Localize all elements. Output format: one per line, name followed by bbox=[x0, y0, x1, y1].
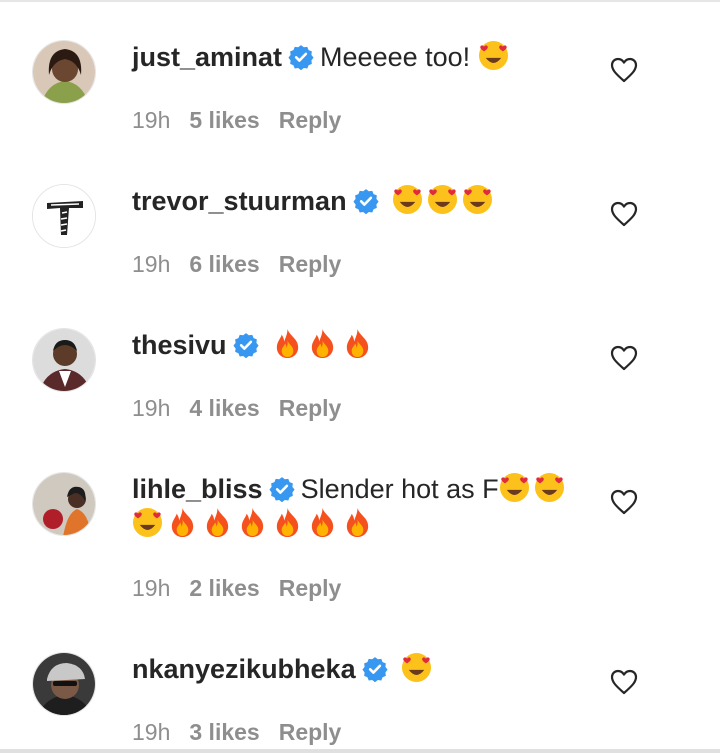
avatar[interactable] bbox=[32, 652, 96, 716]
heart-icon[interactable] bbox=[610, 57, 638, 83]
comment-text: thesivu bbox=[132, 328, 577, 363]
username[interactable]: trevor_stuurman bbox=[132, 186, 347, 216]
comment-text: just_aminat Meeeee too! bbox=[132, 40, 577, 75]
reply-button[interactable]: Reply bbox=[279, 251, 342, 277]
fire-icon bbox=[311, 328, 334, 359]
heart-icon[interactable] bbox=[610, 669, 638, 695]
reply-button[interactable]: Reply bbox=[279, 395, 342, 421]
verified-badge-icon bbox=[288, 45, 314, 70]
smiling-face-with-heart-eyes-icon bbox=[499, 472, 529, 503]
smiling-face-with-heart-eyes-icon bbox=[463, 184, 493, 215]
avatar[interactable] bbox=[32, 184, 96, 248]
heart-icon[interactable] bbox=[610, 345, 638, 371]
comment-meta: 19h 5 likes Reply bbox=[132, 107, 360, 134]
likes-count[interactable]: 2 likes bbox=[189, 575, 259, 601]
verified-badge-icon bbox=[232, 333, 259, 358]
comment-text: trevor_stuurman bbox=[132, 184, 577, 219]
fire-icon bbox=[311, 507, 334, 538]
comment-text: nkanyezikubheka bbox=[132, 652, 577, 687]
timestamp: 19h bbox=[132, 251, 171, 277]
verified-badge-icon bbox=[362, 657, 388, 682]
username[interactable]: thesivu bbox=[132, 330, 227, 360]
comment-body: Meeeee too! bbox=[320, 42, 471, 72]
username[interactable]: lihle_bliss bbox=[132, 474, 263, 504]
avatar[interactable] bbox=[32, 328, 96, 392]
heart-icon[interactable] bbox=[610, 489, 638, 515]
fire-icon bbox=[206, 507, 229, 538]
reply-button[interactable]: Reply bbox=[279, 107, 342, 133]
comment-meta: 19h 3 likes Reply bbox=[132, 719, 360, 746]
username[interactable]: just_aminat bbox=[132, 42, 282, 72]
fire-icon bbox=[276, 328, 299, 359]
avatar[interactable] bbox=[32, 40, 96, 104]
likes-count[interactable]: 3 likes bbox=[189, 719, 259, 745]
comment-meta: 19h 6 likes Reply bbox=[132, 251, 360, 278]
comment-meta: 19h 2 likes Reply bbox=[132, 575, 360, 602]
reply-button[interactable]: Reply bbox=[279, 575, 342, 601]
likes-count[interactable]: 4 likes bbox=[189, 395, 259, 421]
bottom-divider bbox=[0, 749, 720, 753]
verified-badge-icon bbox=[268, 477, 295, 502]
timestamp: 19h bbox=[132, 395, 171, 421]
smiling-face-with-heart-eyes-icon bbox=[428, 184, 458, 215]
heart-icon[interactable] bbox=[610, 201, 638, 227]
smiling-face-with-heart-eyes-icon bbox=[132, 507, 163, 538]
smiling-face-with-heart-eyes-icon bbox=[534, 472, 564, 503]
likes-count[interactable]: 5 likes bbox=[189, 107, 259, 133]
fire-icon bbox=[346, 328, 369, 359]
top-divider bbox=[0, 0, 720, 2]
fire-icon bbox=[171, 507, 194, 538]
comment-text: lihle_bliss Slender hot as F bbox=[132, 472, 577, 542]
timestamp: 19h bbox=[132, 575, 171, 601]
comment-body: Slender hot as F bbox=[300, 474, 499, 504]
timestamp: 19h bbox=[132, 719, 171, 745]
smiling-face-with-heart-eyes-icon bbox=[402, 652, 432, 683]
fire-icon bbox=[346, 507, 369, 538]
avatar[interactable] bbox=[32, 472, 96, 536]
comment-meta: 19h 4 likes Reply bbox=[132, 395, 360, 422]
verified-badge-icon bbox=[353, 189, 379, 214]
fire-icon bbox=[241, 507, 264, 538]
smiling-face-with-heart-eyes-icon bbox=[393, 184, 423, 215]
reply-button[interactable]: Reply bbox=[279, 719, 342, 745]
timestamp: 19h bbox=[132, 107, 171, 133]
username[interactable]: nkanyezikubheka bbox=[132, 654, 356, 684]
likes-count[interactable]: 6 likes bbox=[189, 251, 259, 277]
smiling-face-with-heart-eyes-icon bbox=[478, 40, 508, 71]
fire-icon bbox=[276, 507, 299, 538]
